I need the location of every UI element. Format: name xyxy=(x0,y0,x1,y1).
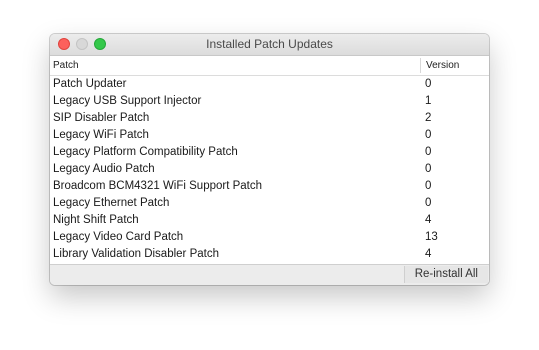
title-bar[interactable]: Installed Patch Updates xyxy=(50,34,489,56)
table-row[interactable]: Legacy Ethernet Patch 0 xyxy=(50,195,489,212)
patch-name: Library Validation Disabler Patch xyxy=(53,248,219,260)
patch-name: Night Shift Patch xyxy=(53,214,139,226)
table-row[interactable]: Legacy Audio Patch 0 xyxy=(50,161,489,178)
patch-table: Patch Updater 0 Legacy USB Support Injec… xyxy=(50,76,489,263)
patch-version: 0 xyxy=(425,129,432,141)
table-row[interactable]: SIP Disabler Patch 2 xyxy=(50,110,489,127)
window-title: Installed Patch Updates xyxy=(206,37,333,51)
patch-version: 4 xyxy=(425,248,432,260)
table-header: Patch Version xyxy=(50,56,489,76)
patch-version: 13 xyxy=(425,231,438,243)
patch-version: 0 xyxy=(425,180,432,192)
patch-name: Legacy Audio Patch xyxy=(53,163,155,175)
table-row[interactable]: Broadcom BCM4321 WiFi Support Patch 0 xyxy=(50,178,489,195)
footer-bar: Re-install All xyxy=(50,264,489,285)
table-row[interactable]: Legacy USB Support Injector 1 xyxy=(50,93,489,110)
table-row[interactable]: Library Validation Disabler Patch 4 xyxy=(50,246,489,263)
column-divider[interactable] xyxy=(420,58,421,73)
table-row[interactable]: Night Shift Patch 4 xyxy=(50,212,489,229)
patch-version: 0 xyxy=(425,163,432,175)
table-row[interactable]: Legacy WiFi Patch 0 xyxy=(50,127,489,144)
patch-name: SIP Disabler Patch xyxy=(53,112,150,124)
patch-version: 4 xyxy=(425,214,432,226)
table-row[interactable]: Legacy Platform Compatibility Patch 0 xyxy=(50,144,489,161)
reinstall-all-button[interactable]: Re-install All xyxy=(403,266,488,283)
patch-name: Patch Updater xyxy=(53,78,127,90)
patch-name: Legacy Video Card Patch xyxy=(53,231,184,243)
patch-name: Broadcom BCM4321 WiFi Support Patch xyxy=(53,180,263,192)
table-row[interactable]: Patch Updater 0 xyxy=(50,76,489,93)
patch-version: 0 xyxy=(425,146,432,158)
patch-updates-window: Installed Patch Updates Patch Version Pa… xyxy=(50,34,489,285)
table-row[interactable]: Legacy Video Card Patch 13 xyxy=(50,229,489,246)
patch-name: Legacy Platform Compatibility Patch xyxy=(53,146,238,158)
patch-name: Legacy WiFi Patch xyxy=(53,129,149,141)
column-header-version[interactable]: Version xyxy=(426,60,459,71)
patch-version: 1 xyxy=(425,95,432,107)
patch-version: 0 xyxy=(425,197,432,209)
patch-version: 0 xyxy=(425,78,432,90)
patch-name: Legacy USB Support Injector xyxy=(53,95,202,107)
column-header-patch[interactable]: Patch xyxy=(53,60,79,71)
patch-name: Legacy Ethernet Patch xyxy=(53,197,170,209)
patch-version: 2 xyxy=(425,112,432,124)
